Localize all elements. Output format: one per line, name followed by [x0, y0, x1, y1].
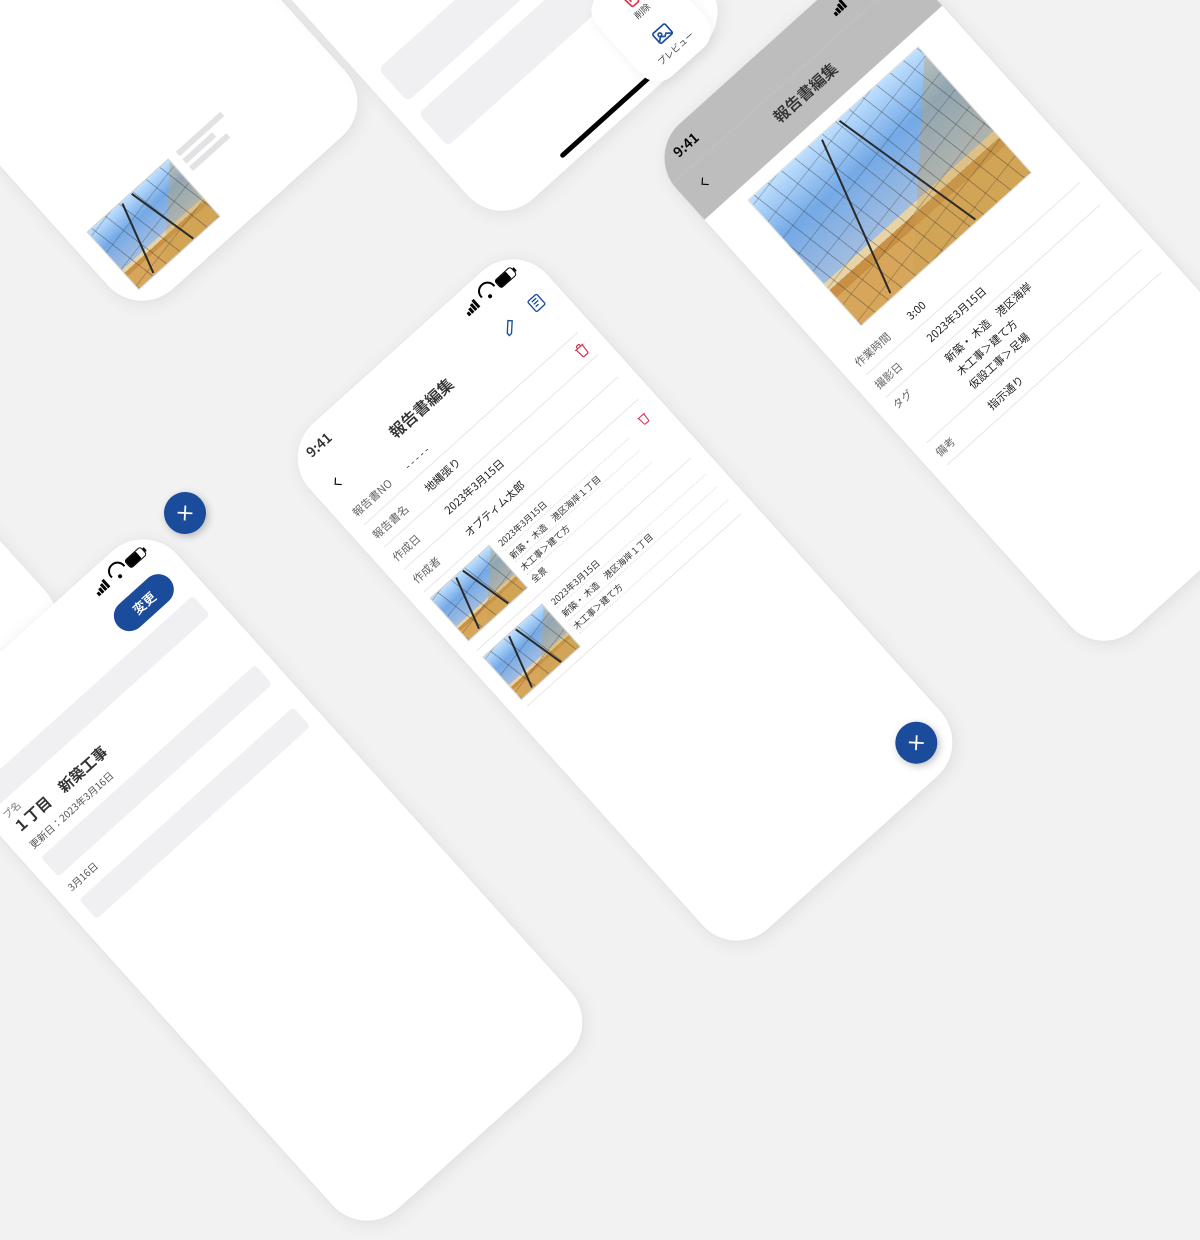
- construction-thumb: [87, 158, 221, 290]
- fab-close-center[interactable]: [887, 713, 946, 772]
- back-button[interactable]: [325, 470, 349, 494]
- battery-icon: [123, 546, 147, 569]
- phone-topleft-partial: [0, 0, 376, 320]
- fab-close-left[interactable]: [155, 483, 214, 542]
- home-indicator: [559, 68, 659, 159]
- wifi-icon: [107, 564, 126, 583]
- chevron-left-icon: [692, 170, 716, 194]
- trash-icon[interactable]: [630, 406, 655, 431]
- chevron-left-icon: [325, 470, 349, 494]
- wifi-icon: [477, 284, 496, 303]
- status-time: 9:41: [669, 128, 704, 162]
- back-button[interactable]: [692, 170, 716, 194]
- preview-action[interactable]: プレビュー: [639, 11, 696, 68]
- signal-icon: [463, 299, 481, 316]
- battery-icon: [493, 266, 517, 289]
- close-icon: [904, 730, 929, 755]
- delete-action[interactable]: 削除: [614, 0, 654, 23]
- wifi-icon: [844, 0, 863, 3]
- status-time: 9:41: [302, 428, 337, 462]
- signal-icon: [93, 579, 111, 596]
- close-icon: [172, 500, 197, 525]
- template-icon[interactable]: [524, 290, 549, 315]
- edit-icon[interactable]: [497, 314, 522, 339]
- trash-icon[interactable]: [568, 337, 593, 362]
- signal-icon: [830, 0, 848, 16]
